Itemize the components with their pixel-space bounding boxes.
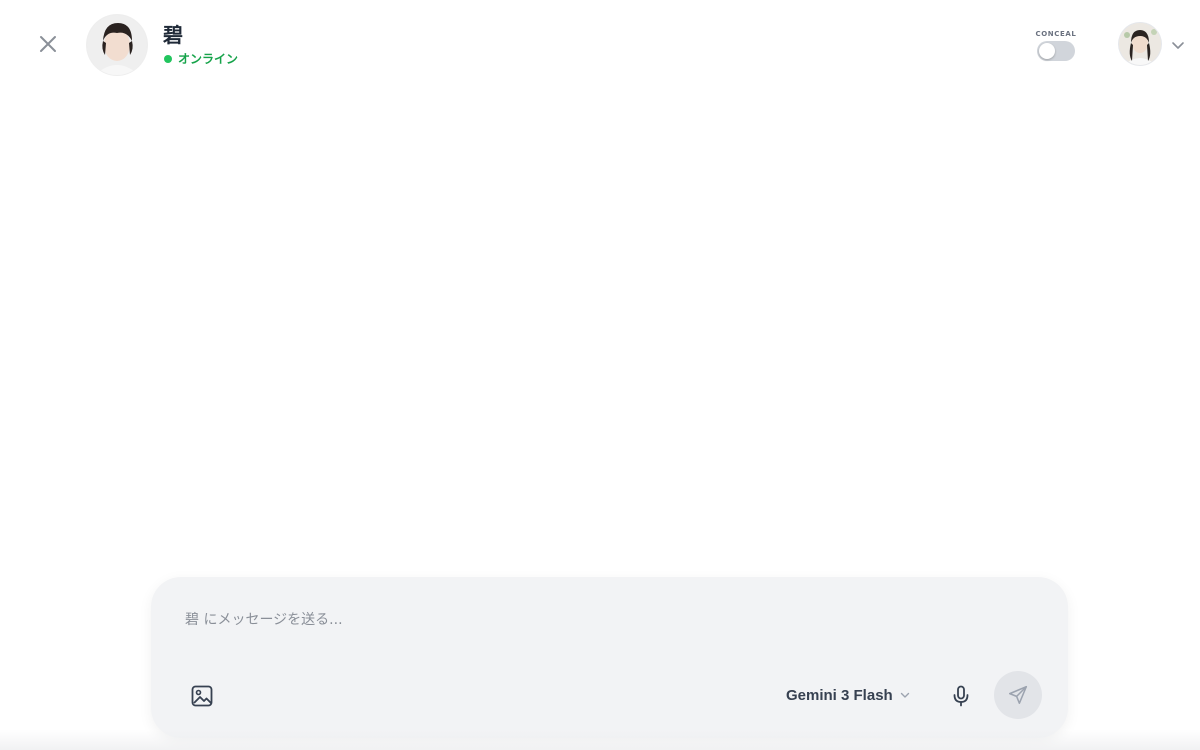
bottom-fade [0, 730, 1200, 750]
send-icon [1008, 685, 1028, 705]
online-dot-icon [164, 55, 172, 63]
conceal-label: CONCEAL [1035, 30, 1077, 38]
image-icon [191, 685, 213, 707]
model-name: Gemini 3 Flash [786, 686, 893, 704]
microphone-button[interactable] [946, 681, 976, 711]
message-input[interactable] [185, 607, 1025, 633]
message-composer: Gemini 3 Flash [151, 577, 1068, 738]
chevron-down-icon [1172, 42, 1184, 49]
toggle-knob [1039, 43, 1055, 59]
model-selector[interactable]: Gemini 3 Flash [786, 682, 911, 708]
status-text: オンライン [178, 52, 239, 66]
character-avatar [87, 15, 147, 75]
send-button[interactable] [994, 671, 1042, 719]
conceal-toggle[interactable] [1037, 41, 1075, 61]
chevron-down-icon [900, 692, 909, 698]
attach-image-button[interactable] [187, 681, 217, 711]
close-icon [40, 36, 56, 52]
user-menu-button[interactable] [1170, 37, 1186, 53]
user-avatar[interactable] [1119, 23, 1161, 65]
chat-page: 碧 オンライン CONCEAL 碧 にメッセージを送る... Gemini 3 … [0, 0, 1200, 750]
close-button[interactable] [33, 29, 63, 59]
character-name: 碧 [163, 23, 183, 47]
status-indicator: オンライン [164, 51, 238, 67]
microphone-icon [953, 685, 969, 707]
